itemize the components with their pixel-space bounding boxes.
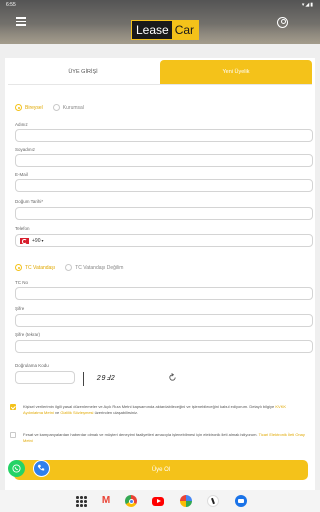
privacy-policy-link[interactable]: Gizlilik Sözleşmesi bbox=[60, 410, 93, 415]
tab-login[interactable]: ÜYE GİRİŞİ bbox=[8, 60, 158, 84]
kvkk-consent-conjunction: ve bbox=[54, 410, 60, 415]
tc-no-label: TC No bbox=[15, 280, 29, 285]
tab-register[interactable]: Yeni Üyelik bbox=[160, 60, 312, 84]
android-nav-bar: M bbox=[0, 490, 320, 512]
captcha-image: 29Ⅎ2 bbox=[83, 372, 128, 386]
kvkk-consent-tail: üzerinden ulaşabilirsiniz. bbox=[94, 410, 139, 415]
radio-corporate-label[interactable]: Kurumsal bbox=[63, 105, 84, 111]
birth-date-input[interactable] bbox=[15, 207, 313, 220]
lease-car-logo[interactable]: Lease Car bbox=[131, 20, 200, 40]
surname-label: Soyadınız bbox=[15, 147, 36, 152]
surname-input[interactable] bbox=[15, 154, 313, 167]
user-profile-icon[interactable] bbox=[277, 17, 288, 28]
verification-code-label: Doğrulama Kodu bbox=[15, 363, 49, 368]
gmail-icon[interactable]: M bbox=[100, 495, 112, 507]
hamburger-menu-icon[interactable] bbox=[16, 17, 26, 26]
whatsapp-icon bbox=[12, 464, 21, 473]
member-type-group: Bireysel Kurumsal bbox=[15, 104, 94, 111]
phone-icon bbox=[37, 464, 45, 471]
chevron-down-icon[interactable]: ▾ bbox=[41, 238, 43, 243]
kvkk-consent-row: Kişisel verilerimin ilgili yasal düzenle… bbox=[10, 404, 305, 416]
radio-non-citizen[interactable] bbox=[65, 264, 73, 271]
chrome-icon[interactable] bbox=[125, 495, 137, 507]
radio-corporate[interactable] bbox=[52, 104, 60, 111]
tab-divider bbox=[8, 84, 312, 85]
commercial-consent-text: Fırsat ve kampanyalardan haberdar olmak … bbox=[23, 432, 305, 444]
password-label: Şifre bbox=[15, 306, 25, 311]
commercial-consent-checkbox[interactable] bbox=[10, 432, 16, 438]
status-bar: 6:55 ▾◢▮ bbox=[0, 0, 320, 10]
whatsapp-button[interactable] bbox=[8, 460, 25, 477]
phone-country-code[interactable]: +90 bbox=[32, 238, 40, 244]
citizenship-group: TC Vatandaşı TC Vatandaşı Değilim bbox=[15, 264, 133, 271]
name-input[interactable] bbox=[15, 129, 313, 142]
register-submit-button[interactable]: Üye Ol bbox=[14, 460, 308, 480]
radio-citizen-label[interactable]: TC Vatandaşı bbox=[25, 265, 55, 271]
email-label: E-Mail bbox=[15, 172, 28, 177]
kvkk-consent-checkbox[interactable] bbox=[10, 404, 16, 410]
kvkk-consent-text: Kişisel verilerimin ilgili yasal düzenle… bbox=[23, 404, 305, 416]
commercial-consent-row: Fırsat ve kampanyalardan haberdar olmak … bbox=[10, 432, 305, 444]
youtube-icon[interactable] bbox=[152, 497, 164, 506]
phone-label: Telefon bbox=[15, 226, 30, 231]
call-button[interactable] bbox=[33, 460, 50, 477]
radio-citizen[interactable] bbox=[15, 264, 22, 271]
tc-no-input[interactable] bbox=[15, 287, 313, 300]
status-system-icons: ▾◢▮ bbox=[301, 2, 314, 8]
phone-input[interactable]: +90 ▾ bbox=[15, 234, 313, 247]
commercial-consent-body: Fırsat ve kampanyalardan haberdar olmak … bbox=[23, 432, 258, 437]
logo-left-text: Lease bbox=[132, 21, 172, 39]
refresh-captcha-icon[interactable] bbox=[168, 373, 177, 382]
messages-icon[interactable] bbox=[235, 495, 247, 507]
password-input[interactable] bbox=[15, 314, 313, 327]
app-icon[interactable] bbox=[207, 495, 219, 507]
auth-tabs: ÜYE GİRİŞİ Yeni Üyelik bbox=[5, 58, 315, 84]
turkey-flag-icon[interactable] bbox=[20, 237, 29, 244]
status-time: 6:55 bbox=[6, 2, 16, 8]
radio-individual-label[interactable]: Bireysel bbox=[25, 105, 43, 111]
name-label: Adınız bbox=[15, 122, 28, 127]
password-repeat-input[interactable] bbox=[15, 340, 313, 353]
logo-right-text: Car bbox=[171, 21, 199, 39]
photos-icon[interactable] bbox=[180, 495, 192, 507]
password-repeat-label: Şifre (tekrar) bbox=[15, 332, 41, 337]
birth-date-label: Doğum Tarihi* bbox=[15, 199, 44, 204]
email-input[interactable] bbox=[15, 179, 313, 192]
verification-code-input[interactable] bbox=[15, 371, 75, 384]
registration-card: ÜYE GİRİŞİ Yeni Üyelik Bireysel Kurumsal… bbox=[5, 58, 315, 490]
radio-individual[interactable] bbox=[15, 104, 22, 111]
kvkk-consent-body: Kişisel verilerimin ilgili yasal düzenle… bbox=[23, 404, 275, 409]
radio-non-citizen-label[interactable]: TC Vatandaşı Değilim bbox=[75, 265, 123, 271]
apps-grid-icon[interactable] bbox=[75, 495, 87, 507]
